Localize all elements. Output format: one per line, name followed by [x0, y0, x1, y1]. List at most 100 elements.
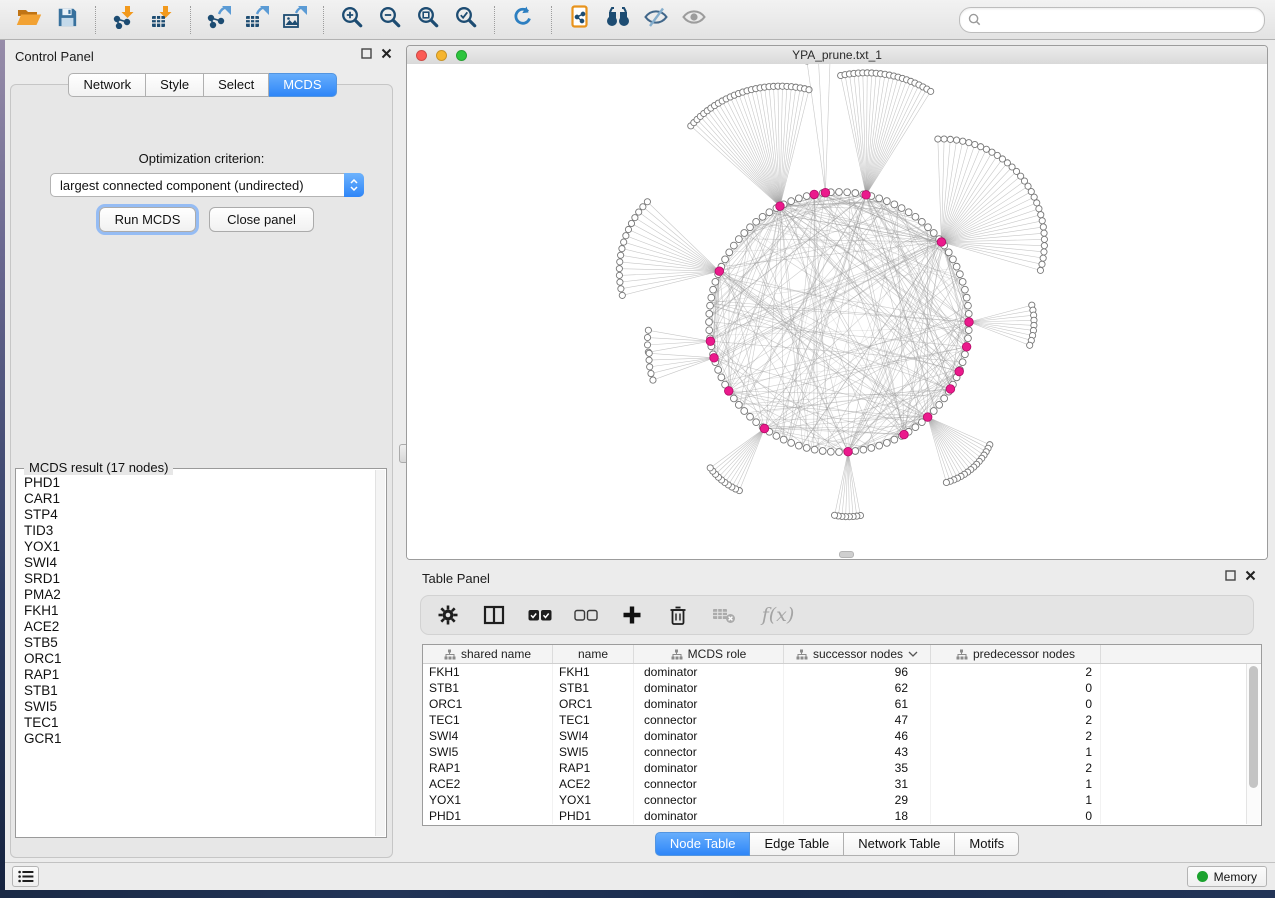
cell-MCDS-role[interactable]: dominator [634, 664, 784, 680]
delete-column-button[interactable] [665, 602, 691, 628]
export-table-button[interactable] [238, 3, 276, 37]
column-header-predecessor-nodes[interactable]: predecessor nodes [931, 645, 1101, 663]
cell-predecessor-nodes[interactable]: 0 [931, 808, 1101, 824]
export-network-button[interactable] [200, 3, 238, 37]
tab-network-table[interactable]: Network Table [844, 832, 955, 856]
tab-select[interactable]: Select [204, 73, 269, 97]
show-column-panel-button[interactable] [481, 602, 507, 628]
float-table-panel-icon[interactable] [1225, 570, 1236, 581]
cell-shared-name[interactable]: SWI4 [423, 728, 553, 744]
column-header-name[interactable]: name [553, 645, 634, 663]
cell-successor-nodes[interactable]: 61 [784, 696, 931, 712]
table-row[interactable]: ORC1ORC1dominator610 [423, 696, 1261, 712]
cell-predecessor-nodes[interactable]: 0 [931, 696, 1101, 712]
cell-successor-nodes[interactable]: 18 [784, 808, 931, 824]
network-graph[interactable] [407, 64, 1267, 560]
tab-network[interactable]: Network [68, 73, 146, 97]
zoom-fit-button[interactable] [409, 3, 447, 37]
table-row[interactable]: YOX1YOX1connector291 [423, 792, 1261, 808]
mcds-result-item[interactable]: YOX1 [24, 539, 376, 555]
cell-successor-nodes[interactable]: 96 [784, 664, 931, 680]
mcds-result-item[interactable]: SRD1 [24, 571, 376, 587]
table-row[interactable]: PHD1PHD1dominator180 [423, 808, 1261, 824]
function-builder-button[interactable]: f(x) [757, 602, 799, 628]
tab-style[interactable]: Style [146, 73, 204, 97]
table-row[interactable]: SWI4SWI4dominator462 [423, 728, 1261, 744]
cell-successor-nodes[interactable]: 31 [784, 776, 931, 792]
cell-MCDS-role[interactable]: dominator [634, 808, 784, 824]
delete-table-button[interactable] [711, 602, 737, 628]
close-panel-button[interactable]: Close panel [209, 207, 314, 232]
cell-shared-name[interactable]: ACE2 [423, 776, 553, 792]
table-row[interactable]: STB1STB1dominator620 [423, 680, 1261, 696]
table-scrollbar-thumb[interactable] [1249, 666, 1258, 788]
new-network-from-selection-button[interactable] [561, 3, 599, 37]
column-header-shared-name[interactable]: shared name [423, 645, 553, 663]
run-mcds-button[interactable]: Run MCDS [99, 207, 196, 232]
cell-shared-name[interactable]: ORC1 [423, 696, 553, 712]
horizontal-splitter-handle[interactable] [839, 551, 854, 558]
cell-shared-name[interactable]: TEC1 [423, 712, 553, 728]
optimization-criterion-select[interactable]: largest connected component (undirected) [50, 173, 364, 197]
task-history-button[interactable] [12, 866, 39, 887]
table-scrollbar[interactable] [1246, 664, 1260, 824]
select-all-columns-button[interactable] [527, 602, 553, 628]
cell-name[interactable]: PHD1 [553, 808, 634, 824]
mcds-result-item[interactable]: STB1 [24, 683, 376, 699]
mcds-result-item[interactable]: ACE2 [24, 619, 376, 635]
zoom-out-button[interactable] [371, 3, 409, 37]
cell-shared-name[interactable]: PHD1 [423, 808, 553, 824]
cell-predecessor-nodes[interactable]: 2 [931, 712, 1101, 728]
float-panel-icon[interactable] [361, 48, 372, 59]
network-window-titlebar[interactable]: YPA_prune.txt_1 [407, 46, 1267, 65]
table-row[interactable]: FKH1FKH1dominator962 [423, 664, 1261, 680]
hide-graphics-details-button[interactable] [637, 3, 675, 37]
mcds-result-item[interactable]: GCR1 [24, 731, 376, 747]
tab-edge-table[interactable]: Edge Table [750, 832, 844, 856]
cell-shared-name[interactable]: STB1 [423, 680, 553, 696]
table-row[interactable]: TEC1TEC1connector472 [423, 712, 1261, 728]
network-canvas[interactable] [407, 64, 1267, 559]
column-header-MCDS-role[interactable]: MCDS role [634, 645, 784, 663]
cell-MCDS-role[interactable]: dominator [634, 680, 784, 696]
cell-shared-name[interactable]: SWI5 [423, 744, 553, 760]
cell-predecessor-nodes[interactable]: 0 [931, 680, 1101, 696]
save-session-button[interactable] [48, 3, 86, 37]
cell-predecessor-nodes[interactable]: 2 [931, 664, 1101, 680]
cell-MCDS-role[interactable]: dominator [634, 696, 784, 712]
mcds-result-item[interactable]: CAR1 [24, 491, 376, 507]
cell-name[interactable]: SWI4 [553, 728, 634, 744]
cell-successor-nodes[interactable]: 47 [784, 712, 931, 728]
cell-predecessor-nodes[interactable]: 2 [931, 760, 1101, 776]
show-graphics-details-button[interactable] [675, 3, 713, 37]
search-input[interactable] [986, 12, 1256, 28]
mcds-result-item[interactable]: STB5 [24, 635, 376, 651]
cell-successor-nodes[interactable]: 29 [784, 792, 931, 808]
mcds-result-item[interactable]: SWI4 [24, 555, 376, 571]
column-header-successor-nodes[interactable]: successor nodes [784, 645, 931, 663]
search-box[interactable] [959, 7, 1265, 33]
search-network-button[interactable] [599, 3, 637, 37]
cell-MCDS-role[interactable]: connector [634, 744, 784, 760]
cell-successor-nodes[interactable]: 43 [784, 744, 931, 760]
cell-predecessor-nodes[interactable]: 1 [931, 792, 1101, 808]
cell-successor-nodes[interactable]: 46 [784, 728, 931, 744]
mcds-result-item[interactable]: SWI5 [24, 699, 376, 715]
mcds-result-item[interactable]: ORC1 [24, 651, 376, 667]
mcds-result-item[interactable]: TEC1 [24, 715, 376, 731]
cell-name[interactable]: STB1 [553, 680, 634, 696]
mcds-result-item[interactable]: STP4 [24, 507, 376, 523]
table-settings-button[interactable] [435, 602, 461, 628]
cell-MCDS-role[interactable]: connector [634, 792, 784, 808]
cell-name[interactable]: RAP1 [553, 760, 634, 776]
cell-successor-nodes[interactable]: 35 [784, 760, 931, 776]
export-image-button[interactable] [276, 3, 314, 37]
close-panel-icon[interactable] [381, 48, 392, 59]
cell-MCDS-role[interactable]: dominator [634, 728, 784, 744]
cell-name[interactable]: FKH1 [553, 664, 634, 680]
cell-predecessor-nodes[interactable]: 1 [931, 744, 1101, 760]
cell-name[interactable]: SWI5 [553, 744, 634, 760]
mcds-result-item[interactable]: RAP1 [24, 667, 376, 683]
cell-MCDS-role[interactable]: connector [634, 776, 784, 792]
cell-name[interactable]: YOX1 [553, 792, 634, 808]
